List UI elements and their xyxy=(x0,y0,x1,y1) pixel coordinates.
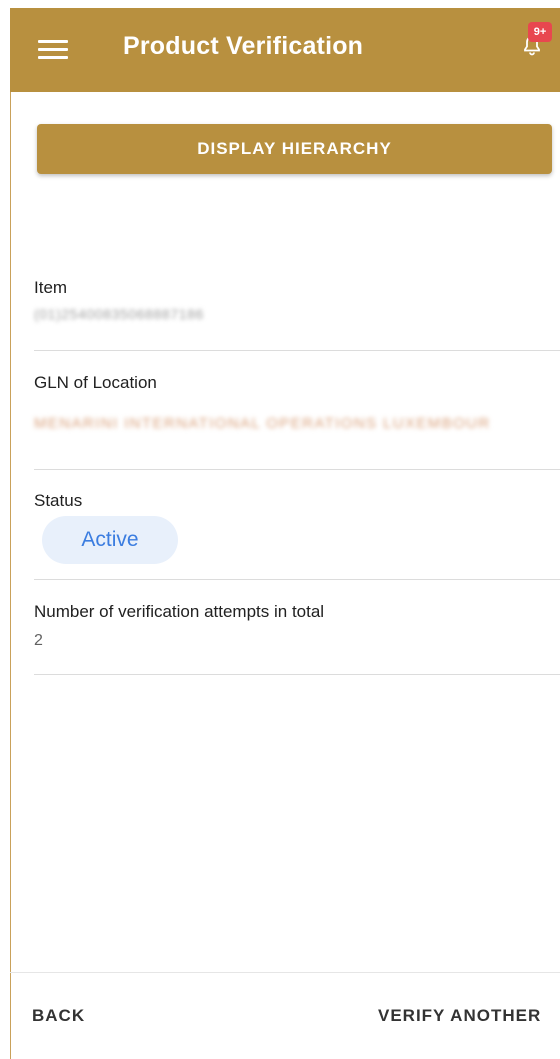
status-strip xyxy=(0,0,560,8)
app-bar: Product Verification xyxy=(10,8,560,92)
back-button[interactable]: BACK xyxy=(32,1006,85,1026)
attempts-value: 2 xyxy=(34,632,43,649)
divider xyxy=(34,469,560,470)
item-value: (01)25400835068887186 xyxy=(34,306,204,322)
status-badge: Active xyxy=(42,516,178,564)
product-verification-screen: Product Verification 9+ DISPLAY HIERARCH… xyxy=(0,0,560,1059)
status-label: Status xyxy=(34,491,83,510)
bottom-divider xyxy=(10,972,560,973)
divider xyxy=(34,674,560,675)
divider xyxy=(34,579,560,580)
verify-another-button[interactable]: VERIFY ANOTHER xyxy=(378,1006,541,1026)
gln-value: MENARINI INTERNATIONAL OPERATIONS LUXEMB… xyxy=(34,415,491,432)
menu-icon[interactable] xyxy=(38,38,68,60)
attempts-label: Number of verification attempts in total xyxy=(34,602,325,621)
divider xyxy=(34,350,560,351)
notification-badge: 9+ xyxy=(528,22,552,42)
display-hierarchy-button[interactable]: DISPLAY HIERARCHY xyxy=(37,124,552,174)
content-border xyxy=(10,92,11,1059)
gln-label: GLN of Location xyxy=(34,373,157,392)
item-label: Item xyxy=(34,278,68,297)
page-title: Product Verification xyxy=(123,32,364,60)
